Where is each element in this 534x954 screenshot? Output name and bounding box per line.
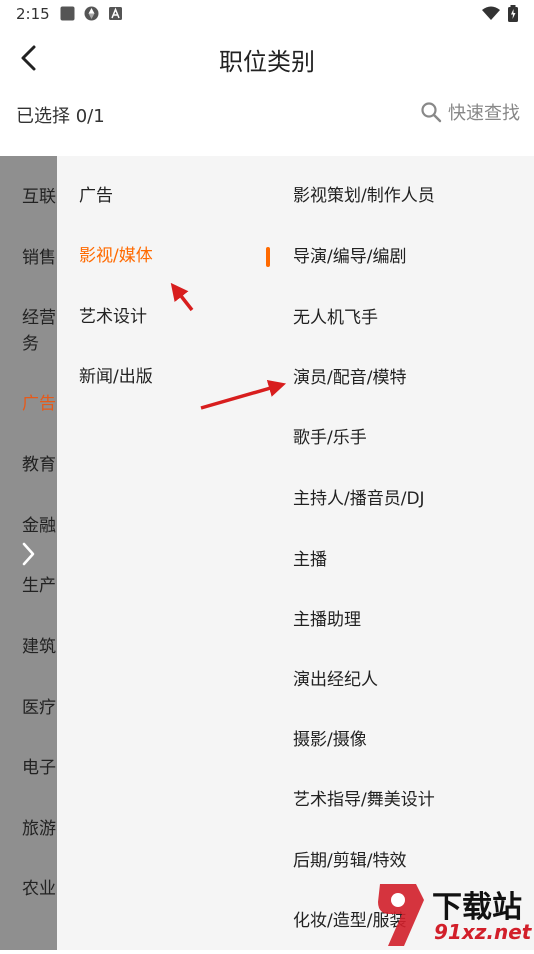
status-time: 2:15 — [16, 5, 50, 23]
tertiary-item[interactable]: 主播助理 — [293, 607, 361, 633]
tertiary-item[interactable]: 影视策划/制作人员 — [293, 183, 435, 209]
tertiary-item[interactable]: 演员/配音/模特 — [293, 365, 406, 391]
quick-search-label: 快速查找 — [448, 103, 520, 124]
selected-count: 已选择 0/1 — [16, 106, 105, 127]
tertiary-item[interactable]: 摄影/摄像 — [293, 727, 367, 753]
primary-item[interactable]: 农业 — [22, 876, 62, 902]
tertiary-item[interactable]: 主播 — [293, 547, 327, 573]
expand-chevron-button[interactable] — [18, 541, 38, 567]
aperture-icon — [84, 6, 99, 21]
battery-icon — [508, 5, 518, 22]
primary-item[interactable]: 医疗 — [22, 695, 62, 721]
tertiary-category-list: 影视策划/制作人员 导演/编导/编剧 无人机飞手 演员/配音/模特 歌手/乐手 … — [277, 156, 534, 950]
tertiary-item[interactable]: 演出经纪人 — [293, 667, 378, 693]
secondary-item[interactable]: 艺术设计 — [79, 304, 147, 330]
tertiary-item[interactable]: 歌手/乐手 — [293, 425, 367, 451]
primary-item[interactable]: 金融 — [22, 513, 62, 539]
wifi-icon — [482, 6, 500, 20]
tertiary-item[interactable]: 导演/编导/编剧 — [293, 244, 406, 270]
primary-item[interactable]: 电子 — [22, 755, 62, 781]
watermark: 下载站 91xz.net — [374, 880, 534, 950]
header: 职位类别 — [0, 28, 534, 90]
primary-item[interactable]: 旅游 — [22, 816, 62, 842]
search-icon — [421, 102, 442, 123]
chevron-right-icon — [22, 542, 35, 566]
quick-search-button[interactable]: 快速查找 — [420, 98, 520, 126]
status-bar: 2:15 — [0, 0, 534, 28]
watermark-url: 91xz.net — [434, 920, 532, 944]
selection-bar: 已选择 0/1 快速查找 — [0, 90, 534, 156]
primary-item[interactable]: 建筑 — [22, 634, 62, 660]
tertiary-item[interactable]: 无人机飞手 — [293, 305, 378, 331]
primary-item[interactable]: 经营务 — [22, 305, 62, 357]
tertiary-item[interactable]: 主持人/播音员/DJ — [293, 486, 425, 512]
square-app-icon — [60, 6, 75, 21]
secondary-item[interactable]: 广告 — [79, 183, 113, 209]
tertiary-item[interactable]: 后期/剪辑/特效 — [293, 848, 406, 874]
primary-item-active[interactable]: 广告 — [22, 391, 62, 417]
secondary-item-active[interactable]: 影视/媒体 — [79, 243, 153, 269]
primary-item[interactable]: 销售 — [22, 245, 62, 271]
font-a-icon — [109, 7, 122, 20]
watermark-logo-icon — [378, 884, 424, 946]
primary-item[interactable]: 互联 — [22, 184, 62, 210]
secondary-category-list: 广告 影视/媒体 艺术设计 新闻/出版 — [57, 156, 277, 950]
tertiary-item[interactable]: 艺术指导/舞美设计 — [293, 787, 435, 813]
secondary-item[interactable]: 新闻/出版 — [79, 364, 153, 390]
active-indicator — [266, 247, 270, 267]
page-title: 职位类别 — [219, 48, 315, 76]
primary-item[interactable]: 生产 — [22, 573, 62, 599]
primary-item[interactable]: 教育 — [22, 452, 62, 478]
